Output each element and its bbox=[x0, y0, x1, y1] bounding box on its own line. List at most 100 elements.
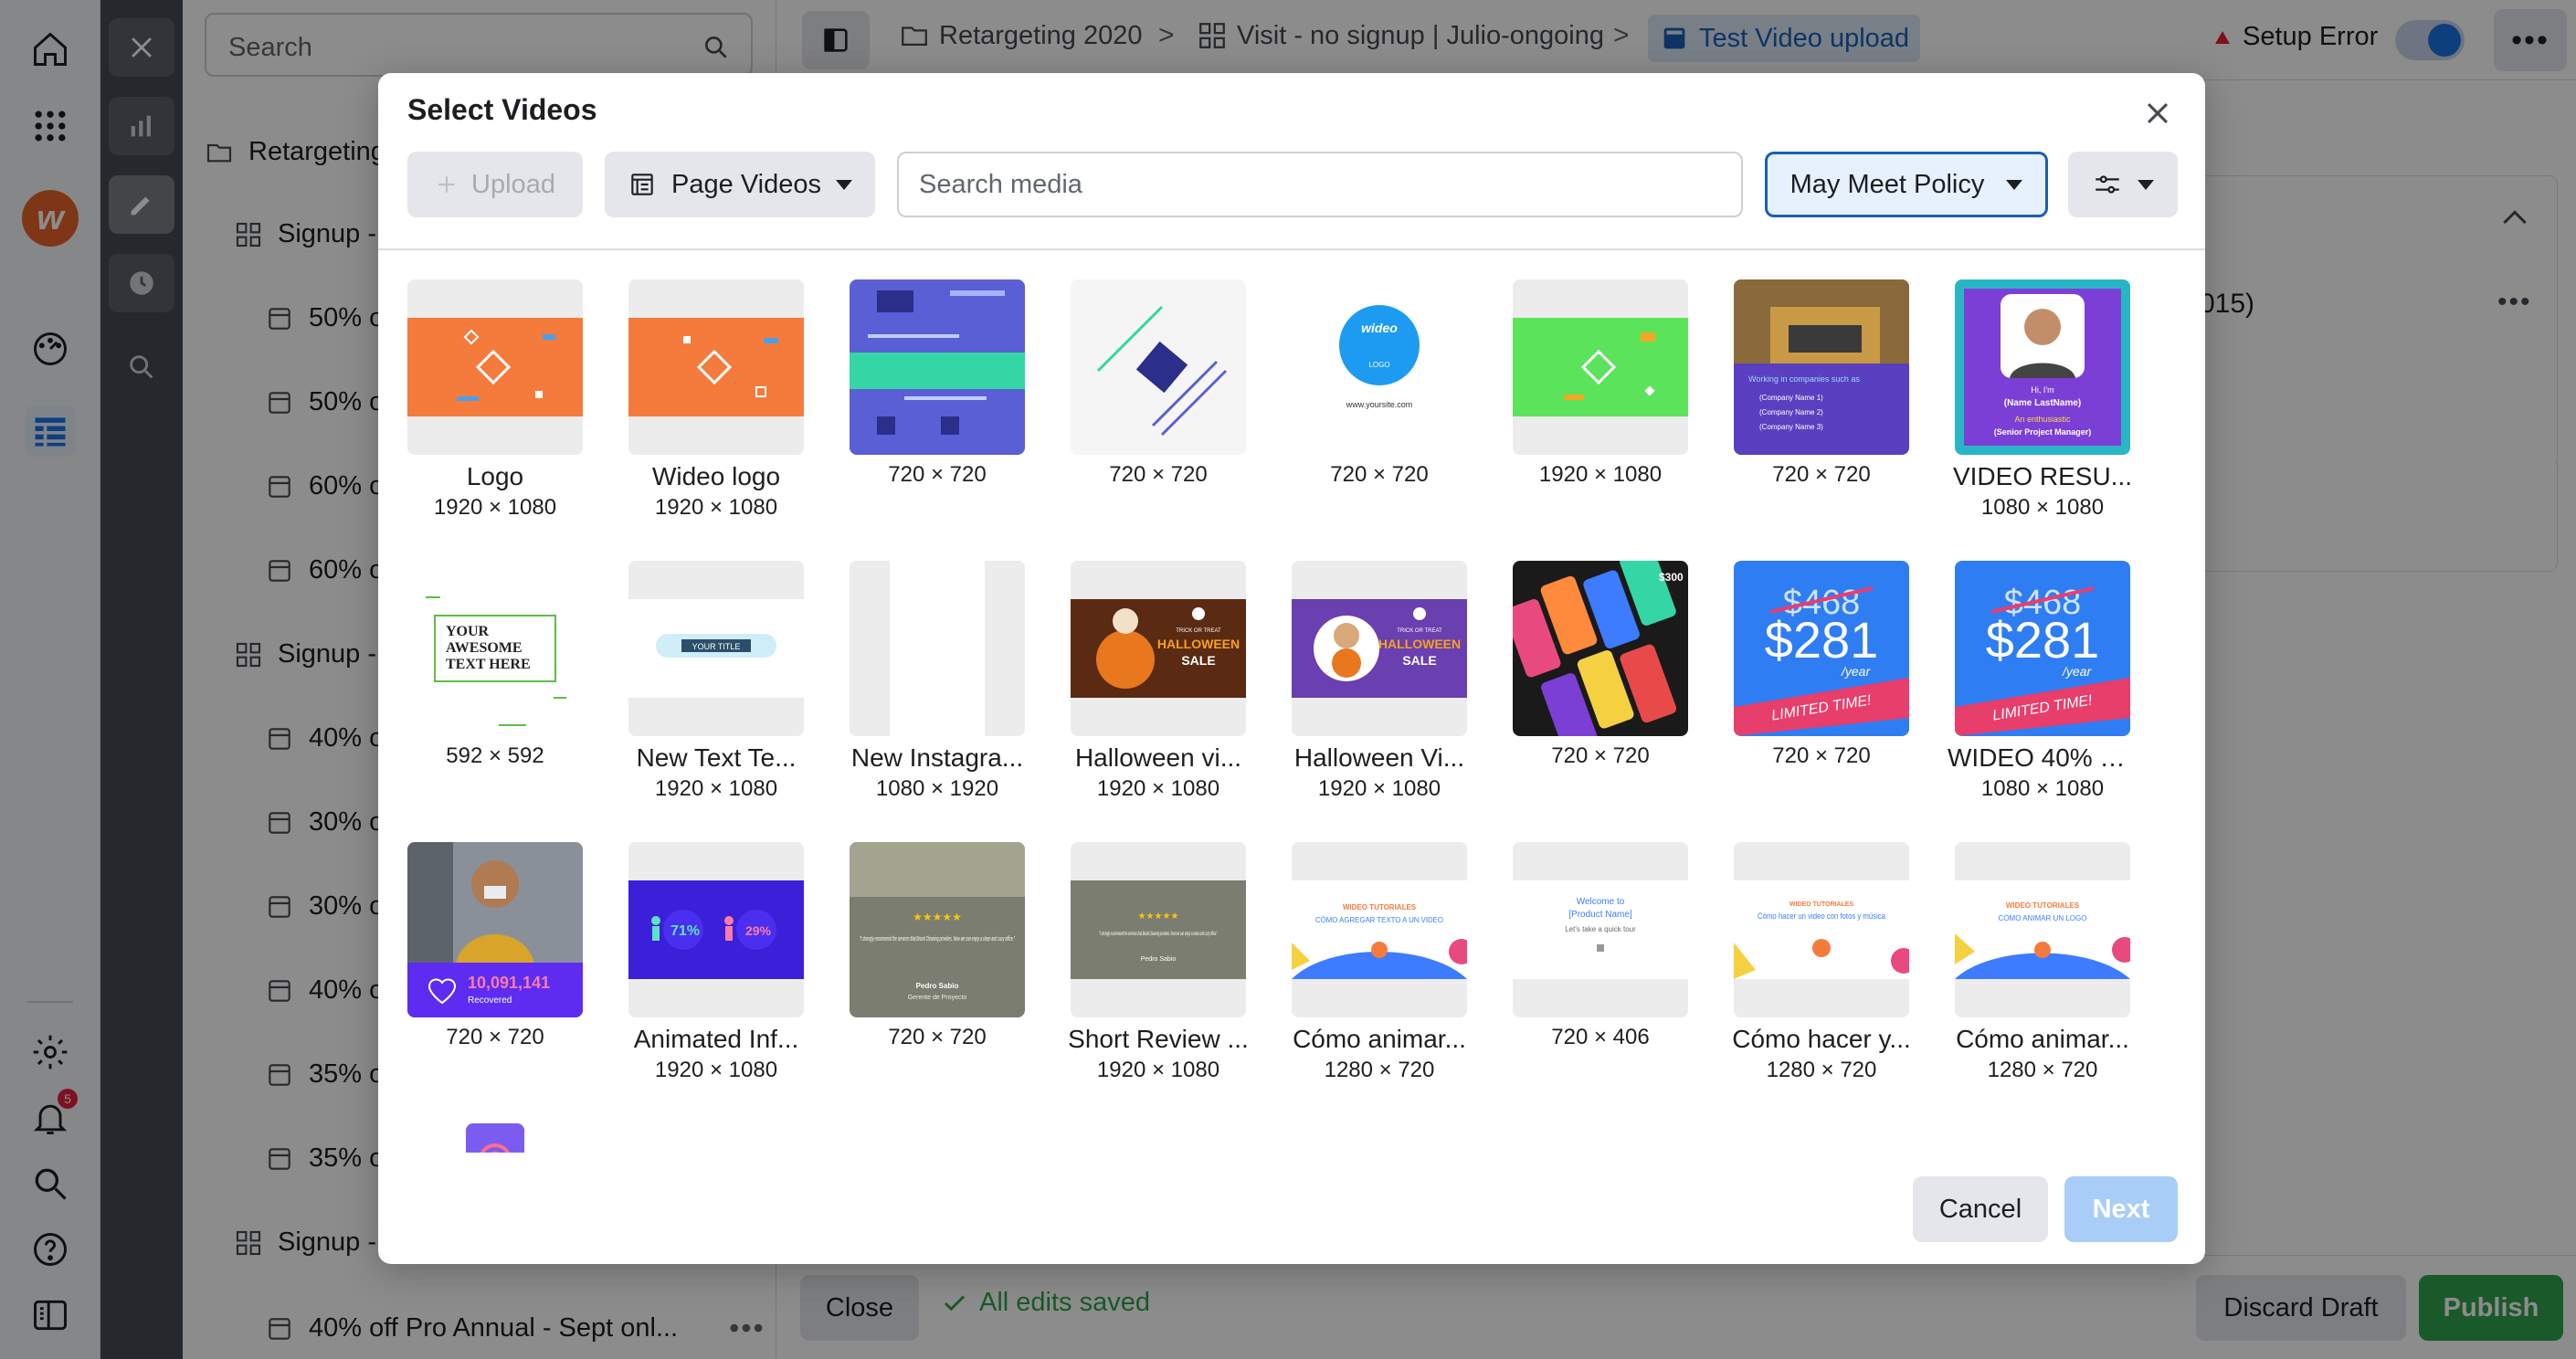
thumb-text: 10,091,141 bbox=[468, 974, 550, 992]
video-grid: Logo 1920 × 1080 Wideo logo 1920 × 1080 … bbox=[407, 279, 2180, 1153]
search-media-input[interactable] bbox=[899, 153, 1741, 216]
video-thumbnail: Hi, I'm (Name LastName) An enthusiastic (Se… bbox=[1955, 279, 2130, 455]
video-thumbnail: YOUR AWESOME TEXT HERE bbox=[407, 561, 583, 736]
plus-icon bbox=[438, 176, 455, 193]
thumb-text: Recovered bbox=[468, 996, 512, 1006]
video-dimensions: 1280 × 720 bbox=[1324, 1058, 1435, 1082]
thumb-text: Let's take a quick tour bbox=[1565, 925, 1636, 933]
video-dimensions: 720 × 720 bbox=[888, 462, 987, 487]
video-dimensions: 1080 × 1080 bbox=[1980, 495, 2105, 520]
video-dimensions: 1920 × 1080 bbox=[1538, 462, 1663, 487]
video-dimensions: 1920 × 1080 bbox=[654, 1058, 778, 1082]
thumb-text: LOGO bbox=[1368, 361, 1389, 369]
video-name: Halloween vi... bbox=[1074, 743, 1242, 772]
video-name: Cómo animar... bbox=[1293, 1025, 1466, 1053]
thumb-text: (Name LastName) bbox=[2004, 398, 2081, 408]
caret-down-icon bbox=[2138, 179, 2154, 190]
thumb-text: YOUR bbox=[446, 624, 490, 639]
close-icon bbox=[2147, 102, 2169, 124]
thumb-text: wideo bbox=[1361, 321, 1398, 335]
video-name: Cómo animar... bbox=[1956, 1025, 2129, 1053]
video-thumbnail bbox=[628, 279, 804, 455]
video-thumbnail: ★★★★★ "I strongly recommend the services … bbox=[850, 842, 1025, 1017]
thumb-text: WIDEO TUTORIALES bbox=[1343, 903, 1417, 911]
thumb-text: ★★★★★ bbox=[1138, 911, 1179, 922]
thumb-text: Cómo hacer un video con fotos y música bbox=[1758, 911, 1885, 921]
thumb-text: $300 bbox=[1659, 571, 1684, 584]
thumb-text: HALLOWEEN bbox=[1378, 637, 1461, 651]
video-thumbnail: 10,091,141 Recovered bbox=[407, 842, 583, 1017]
thumb-text: "I strongly recommend the services that … bbox=[1099, 932, 1218, 937]
thumb-text: Pedro Sabio bbox=[916, 982, 959, 990]
video-name: Short Review ... bbox=[1068, 1025, 1249, 1053]
video-source-label: Page Videos bbox=[671, 169, 821, 199]
filter-settings-dropdown[interactable] bbox=[2068, 152, 2178, 217]
thumb-text: AWESOME bbox=[446, 640, 523, 656]
video-thumbnail bbox=[407, 279, 583, 455]
video-thumbnail: 71% 29% bbox=[628, 842, 804, 1017]
thumb-text: CÓMO ANIMAR UN LOGO bbox=[1999, 914, 2087, 922]
dialog-close-button[interactable] bbox=[2134, 90, 2181, 137]
video-dimensions: 720 × 720 bbox=[888, 1025, 987, 1049]
thumb-text: /year bbox=[1841, 664, 1871, 679]
thumb-text: HALLOWEEN bbox=[1157, 637, 1240, 651]
page-icon bbox=[631, 174, 653, 195]
thumb-text: Pedro Sabio bbox=[1141, 956, 1177, 963]
video-thumbnail: TRICK OR TREAT HALLOWEEN SALE bbox=[1292, 561, 1467, 736]
select-videos-dialog: Select Videos Upload Page Videos May Mee… bbox=[378, 73, 2205, 1264]
dialog-toolbar: Upload Page Videos May Meet Policy bbox=[378, 152, 2205, 250]
thumb-text: $281 bbox=[1986, 611, 2100, 669]
video-thumbnail: Working in companies such as (Company Nam… bbox=[1734, 279, 1909, 455]
video-dimensions: 1920 × 1080 bbox=[1096, 776, 1220, 801]
thumb-text: Hi, I'm bbox=[2031, 385, 2053, 395]
video-dimensions: 720 × 720 bbox=[1330, 462, 1429, 487]
cancel-button[interactable]: Cancel bbox=[1913, 1176, 2048, 1242]
video-dimensions: 1920 × 1080 bbox=[433, 495, 557, 520]
video-name: WIDEO 40% O... bbox=[1948, 743, 2138, 772]
caret-down-icon bbox=[2006, 179, 2023, 190]
thumb-text: "I strongly recommend the services that … bbox=[860, 936, 1015, 943]
video-name: Cómo hacer y... bbox=[1732, 1025, 1911, 1053]
video-name: Wideo logo bbox=[651, 462, 781, 490]
video-dimensions: 720 × 720 bbox=[1109, 462, 1208, 487]
video-thumbnail bbox=[1071, 279, 1246, 455]
thumb-text: (Senior Project Manager) bbox=[1994, 427, 2092, 437]
video-thumbnail: TRICK OR TREAT HALLOWEEN SALE bbox=[1071, 561, 1246, 736]
video-dimensions: 720 × 720 bbox=[1772, 743, 1871, 768]
upload-button[interactable]: Upload bbox=[407, 152, 583, 217]
video-name: VIDEO RESU... bbox=[1952, 462, 2133, 490]
video-thumbnail: ★★★★★ "I strongly recommend the services … bbox=[1071, 842, 1246, 1017]
video-thumbnail: WIDEO TUTORIALES CÓMO ANIMAR UN LOGO bbox=[1955, 842, 2130, 1017]
thumb-text: SALE bbox=[1402, 653, 1436, 668]
video-thumbnail: $468 $281/year LIMITED TIME! bbox=[1955, 561, 2130, 736]
video-dimensions: 1080 × 1920 bbox=[875, 776, 999, 801]
thumb-text: Working in companies such as bbox=[1748, 374, 1860, 384]
sliders-icon bbox=[2096, 175, 2119, 194]
video-dimensions: 720 × 720 bbox=[1772, 462, 1871, 487]
dialog-title: Select Videos bbox=[407, 93, 597, 126]
video-thumbnail bbox=[1513, 279, 1688, 455]
video-name: Halloween Vi... bbox=[1293, 743, 1465, 772]
caret-down-icon bbox=[835, 179, 852, 190]
policy-filter-dropdown[interactable]: May Meet Policy bbox=[1765, 152, 2048, 217]
search-media-field[interactable] bbox=[897, 152, 1743, 217]
video-dimensions: 1920 × 1080 bbox=[654, 776, 778, 801]
video-source-dropdown[interactable]: Page Videos bbox=[605, 152, 875, 217]
thumb-text: TRICK OR TREAT bbox=[1397, 628, 1442, 634]
thumb-text: Gerente de Proyecto bbox=[908, 995, 967, 1001]
thumb-text: 29% bbox=[745, 923, 772, 938]
video-thumbnail: wideo LOGO www.yoursite.com bbox=[1292, 279, 1467, 455]
thumb-text: (Company Name 2) bbox=[1759, 408, 1823, 416]
thumb-text: WIDEO TUTORIALES bbox=[2006, 901, 2080, 910]
video-dimensions: 592 × 592 bbox=[446, 743, 544, 768]
next-button[interactable]: Next bbox=[2064, 1176, 2178, 1242]
video-thumbnail: $468 $281/year LIMITED TIME! bbox=[1734, 561, 1909, 736]
thumb-text: YOUR TITLE bbox=[692, 642, 741, 651]
thumb-text: (Company Name 3) bbox=[1759, 423, 1823, 431]
video-thumbnail: YOUR TITLE bbox=[628, 561, 804, 736]
video-name: New Text Te... bbox=[636, 743, 797, 772]
video-dimensions: 1280 × 720 bbox=[1766, 1058, 1877, 1082]
video-thumbnail bbox=[466, 1123, 524, 1153]
thumb-text: CÓMO AGREGAR TEXTO A UN VIDEO bbox=[1315, 916, 1443, 924]
thumb-text: www.yoursite.com bbox=[1346, 400, 1413, 409]
